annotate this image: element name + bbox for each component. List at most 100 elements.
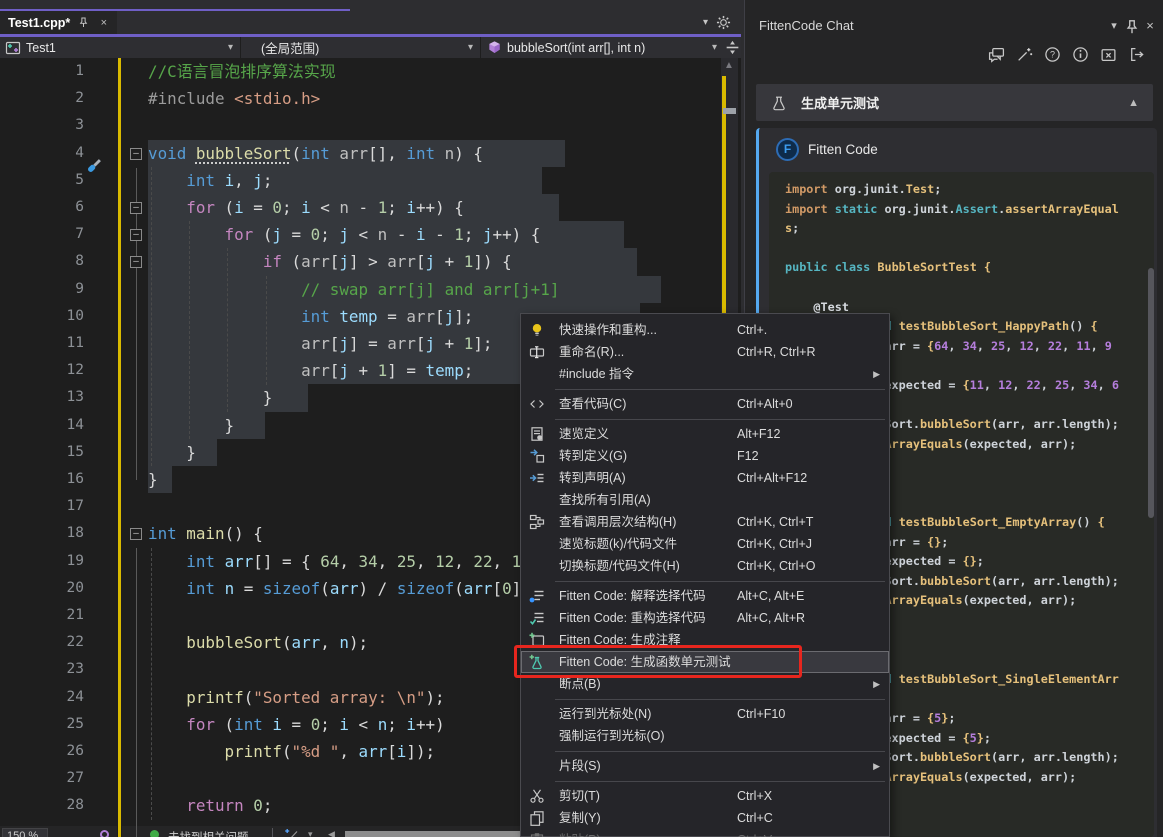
fold-collapse-icon[interactable]: –	[130, 256, 142, 269]
indent-guide	[151, 167, 152, 466]
fold-collapse-icon[interactable]: –	[130, 528, 142, 541]
chat-toolbar: ?	[988, 46, 1145, 68]
context-menu-item-9[interactable]: 转到声明(A) Ctrl+Alt+F12	[521, 467, 889, 489]
menu-item-label: 运行到光标处(N)	[559, 707, 652, 721]
context-menu-item-10[interactable]: 查找所有引用(A)	[521, 489, 889, 511]
menu-item-shortcut: Ctrl+R, Ctrl+R	[737, 345, 816, 359]
menu-item-shortcut: Ctrl+.	[737, 323, 768, 337]
cut-icon	[529, 788, 545, 804]
project-dropdown[interactable]: Test1 ▾	[0, 37, 241, 58]
close-icon[interactable]: ×	[1141, 18, 1159, 33]
code-line-8[interactable]: 8– if (arr[j] > arr[j + 1]) {	[0, 248, 741, 276]
context-menu-item-22[interactable]: 强制运行到光标(O)	[521, 725, 889, 747]
fold-collapse-icon[interactable]: –	[130, 147, 142, 160]
chat-panel-titlebar[interactable]: FittenCode Chat ▾ ×	[749, 14, 1159, 36]
context-menu-item-7[interactable]: 速览定义 Alt+F12	[521, 423, 889, 445]
menu-item-shortcut: F12	[737, 449, 759, 463]
line-number: 13	[66, 389, 84, 406]
context-menu-item-8[interactable]: 转到定义(G) F12	[521, 445, 889, 467]
scope-dropdown[interactable]: (全局范围) ▾	[241, 37, 481, 58]
chat-scrollbar-thumb[interactable]	[1148, 268, 1154, 518]
copilot-sparkle-icon[interactable]	[284, 828, 300, 837]
context-menu-item-21[interactable]: 运行到光标处(N) Ctrl+F10	[521, 703, 889, 725]
menu-item-label: 速览定义	[559, 427, 610, 441]
menu-item-label: 切换标题/代码文件(H)	[559, 559, 680, 573]
scroll-up-arrow-icon[interactable]: ▲	[724, 60, 734, 71]
fold-collapse-icon[interactable]: –	[130, 202, 142, 214]
flask-icon	[771, 95, 787, 111]
pin-icon[interactable]	[1123, 15, 1141, 36]
export-icon[interactable]	[1128, 46, 1145, 63]
sender-name: Fitten Code	[808, 141, 878, 157]
context-menu-item-27[interactable]: 复制(Y) Ctrl+C	[521, 807, 889, 829]
tab-test1-cpp[interactable]: Test1.cpp* ×	[0, 11, 117, 34]
line-number: 14	[66, 416, 84, 433]
context-menu-item-3[interactable]: #include 指令 ▶	[521, 363, 889, 385]
member-dropdown[interactable]: bubbleSort(int arr[], int n) ▾	[481, 37, 724, 58]
context-menu-item-11[interactable]: 查看调用层次结构(H) Ctrl+K, Ctrl+T	[521, 511, 889, 533]
code-line-7[interactable]: 7– for (j = 0; j < n - i - 1; j++) {	[0, 221, 741, 249]
code-line-3[interactable]: 3	[0, 112, 741, 140]
close-window-icon[interactable]	[1100, 46, 1117, 63]
indent-guide	[227, 248, 228, 412]
line-number: 25	[66, 715, 84, 732]
code-line-6[interactable]: 6– for (i = 0; i < n - 1; i++) {	[0, 194, 741, 222]
vs-window: Test1.cpp* × ▾ Test1 ▾ (全局范围) ▾ bubbleSo…	[0, 0, 1163, 837]
fold-guide-line	[136, 548, 137, 837]
context-menu-item-12[interactable]: 速览标题(k)/代码文件 Ctrl+K, Ctrl+J	[521, 533, 889, 555]
menu-separator	[555, 580, 885, 582]
fitten-code-avatar: F	[776, 137, 799, 161]
context-menu-item-16[interactable]: Fitten Code: 重构选择代码 Alt+C, Alt+R	[521, 607, 889, 629]
fold-collapse-icon[interactable]: –	[130, 229, 142, 242]
fc-explain-icon	[529, 588, 545, 604]
context-menu-item-15[interactable]: Fitten Code: 解释选择代码 Alt+C, Alt+E	[521, 585, 889, 607]
menu-item-label: Fitten Code: 重构选择代码	[559, 611, 706, 625]
chevron-down-icon[interactable]: ▾	[308, 829, 313, 837]
help-icon[interactable]: ?	[1044, 46, 1061, 63]
chevron-down-icon[interactable]: ▾	[703, 17, 708, 28]
generate-unit-test-header[interactable]: 生成单元测试 ▲	[756, 84, 1153, 121]
context-menu-item-26[interactable]: 剪切(T) Ctrl+X	[521, 785, 889, 807]
line-number: 8	[75, 253, 84, 270]
chat-bubbles-icon[interactable]	[988, 46, 1005, 63]
gear-icon[interactable]	[716, 15, 731, 30]
split-editor-icon[interactable]	[724, 37, 741, 58]
pin-icon[interactable]	[77, 16, 90, 29]
scrollbar-thumb[interactable]	[723, 108, 736, 114]
health-status-text: 未找到相关问题	[168, 829, 249, 837]
line-number: 16	[66, 471, 84, 487]
line-number: 11	[66, 335, 84, 351]
line-number: 4	[75, 144, 84, 161]
context-menu-item-2[interactable]: 重命名(R)... Ctrl+R, Ctrl+R	[521, 341, 889, 363]
magic-wand-icon[interactable]	[1016, 46, 1033, 63]
health-ok-icon	[150, 830, 159, 837]
code-line-1[interactable]: 1//C语言冒泡排序算法实现	[0, 58, 741, 86]
editor-navigation-bar: Test1 ▾ (全局范围) ▾ bubbleSort(int arr[], i…	[0, 37, 741, 58]
menu-item-label: 快速操作和重构...	[559, 323, 657, 337]
code-line-2[interactable]: 2 #include <stdio.h>	[0, 85, 741, 113]
close-icon[interactable]: ×	[97, 16, 110, 29]
code-line-4[interactable]: 4– void bubbleSort(int arr[], int n) {	[0, 139, 741, 168]
member-dropdown-value: bubbleSort(int arr[], int n)	[507, 40, 646, 55]
info-icon[interactable]	[1072, 46, 1089, 63]
context-menu-item-28[interactable]: 粘贴(P) Ctrl+V	[521, 829, 889, 837]
menu-item-shortcut: Ctrl+C	[737, 811, 773, 825]
code-line-9[interactable]: 9 // swap arr[j] and arr[j+1]	[0, 275, 741, 304]
chevron-down-icon[interactable]: ▾	[1105, 19, 1123, 32]
screwdriver-quick-action-icon[interactable]	[84, 156, 104, 176]
rename-icon	[529, 344, 545, 360]
indent-guide	[266, 276, 267, 385]
submenu-arrow-icon: ▶	[873, 679, 880, 689]
scroll-left-arrow-icon[interactable]: ◀	[328, 829, 335, 837]
line-number: 21	[66, 607, 84, 623]
line-number: 27	[66, 770, 84, 787]
code-line-5[interactable]: 5 int i, j;	[0, 166, 741, 195]
context-menu-item-24[interactable]: 片段(S) ▶	[521, 755, 889, 777]
context-menu-item-13[interactable]: 切换标题/代码文件(H) Ctrl+K, Ctrl+O	[521, 555, 889, 577]
context-menu-item-5[interactable]: 查看代码(C) Ctrl+Alt+0	[521, 393, 889, 415]
context-menu-item-1[interactable]: 快速操作和重构... Ctrl+.	[521, 319, 889, 341]
project-dropdown-value: Test1	[26, 40, 56, 55]
collapse-arrow-icon[interactable]: ▲	[1128, 97, 1139, 109]
chat-code-line-4	[785, 239, 1154, 259]
zoom-level-control[interactable]: 150 %	[2, 828, 48, 837]
